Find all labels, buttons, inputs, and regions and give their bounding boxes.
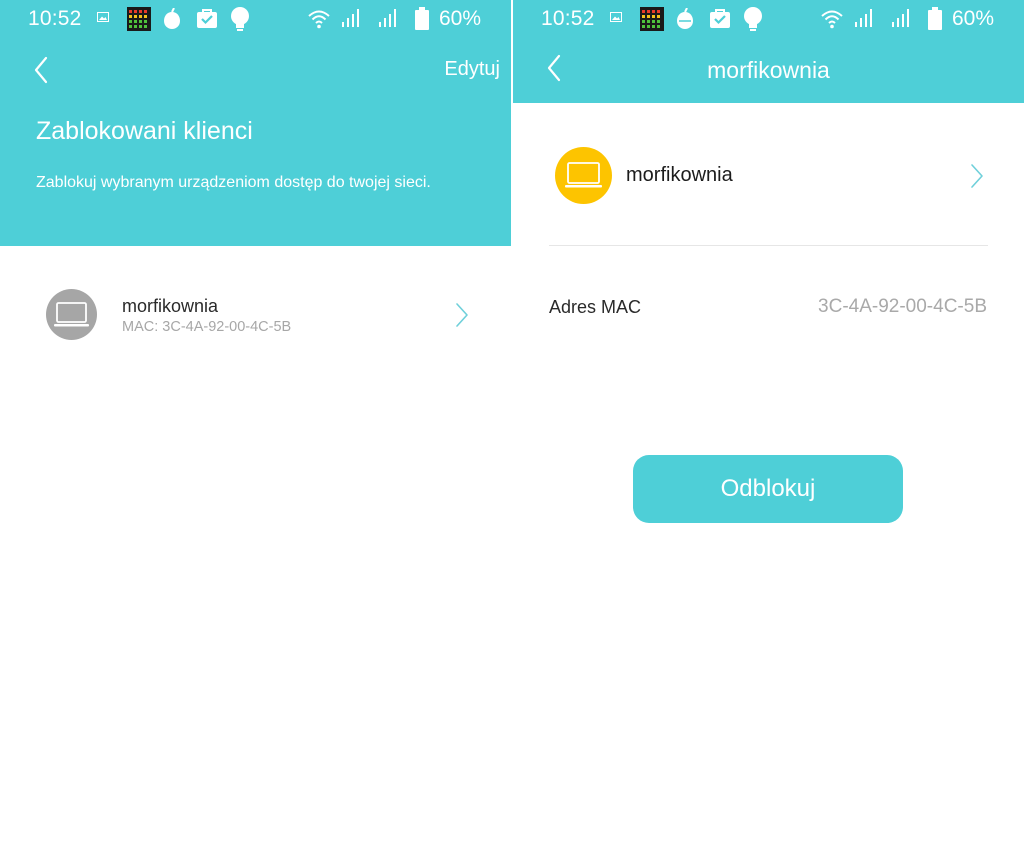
fruit-notification-icon [164,8,180,29]
status-time: 10:52 [28,7,82,30]
laptop-icon [565,162,602,188]
page-title: Zablokowani klienci [36,117,253,145]
equalizer-app-icon [640,7,664,31]
image-notification-icon [97,12,109,22]
client-name: morfikownia [122,296,219,316]
device-avatar [555,147,612,204]
mac-address-value: 3C-4A-92-00-4C-5B [818,296,987,317]
signal-strength-icon [342,9,359,27]
signal-strength-icon [379,9,396,27]
status-bar: 10:52 60% [513,0,1024,38]
mac-address-label: Adres MAC [549,297,642,317]
edit-button[interactable]: Edytuj [444,58,500,81]
wifi-icon [308,10,330,29]
page-subtitle: Zablokuj wybranym urządzeniom dostęp do … [36,174,431,191]
device-name: morfikownia [626,164,733,186]
chevron-right-icon [456,303,468,327]
battery-icon [928,7,942,30]
device-avatar [46,289,97,340]
signal-strength-icon [892,9,909,27]
signal-strength-icon [855,9,872,27]
header: Edytuj Zablokowani klienci Zablokuj wybr… [0,38,511,246]
battery-icon [415,7,429,30]
chevron-right-icon [971,164,983,188]
lightbulb-icon [231,7,249,31]
fruit-notification-icon [677,8,693,29]
lightbulb-icon [744,7,762,31]
divider [549,245,988,246]
back-button[interactable] [28,54,58,90]
blocked-client-row[interactable]: morfikownia MAC: 3C-4A-92-00-4C-5B [0,280,511,350]
wifi-icon [821,10,843,29]
unblock-button[interactable]: Odblokuj [633,455,903,523]
status-bar: 10:52 60% [0,0,511,38]
shopping-bag-icon [710,9,730,28]
laptop-icon [54,302,89,327]
status-time: 10:52 [541,7,595,30]
client-details-screen: 10:52 60% morfikownia morfikownia Adres … [513,0,1024,841]
header: morfikownia [513,38,1024,103]
equalizer-app-icon [127,7,151,31]
battery-percent: 60% [952,7,995,30]
client-mac: MAC: 3C-4A-92-00-4C-5B [122,319,292,335]
shopping-bag-icon [197,9,217,28]
battery-percent: 60% [439,7,482,30]
blocked-clients-screen: 10:52 60% Edytuj Zablokowani klienci Zab… [0,0,511,841]
device-name-row[interactable]: morfikownia [513,140,1024,210]
page-title: morfikownia [707,57,830,83]
image-notification-icon [610,12,622,22]
